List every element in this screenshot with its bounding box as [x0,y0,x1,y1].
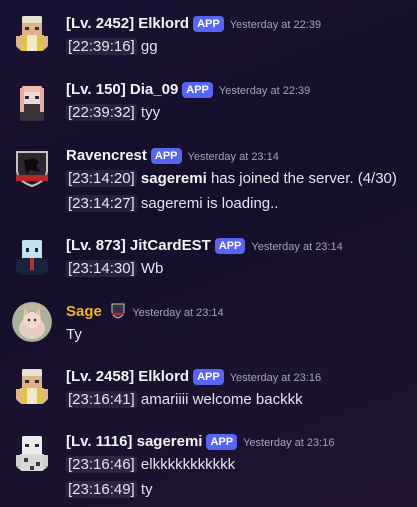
message-line: [22:39:32] tyy [66,102,160,124]
message-text: amariiii welcome backkk [136,391,303,408]
avatar[interactable] [12,434,52,474]
timestamp: Yesterday at 23:14 [251,241,343,253]
message-timestamp: [23:16:46] [66,456,137,473]
app-badge: APP [193,369,224,385]
app-badge: APP [214,238,246,254]
avatar[interactable] [12,148,52,188]
username[interactable]: [Lv. 150] Dia_09 [66,81,178,98]
message-timestamp: [22:39:16] [66,38,137,55]
timestamp: Yesterday at 23:14 [187,151,279,163]
avatar[interactable] [12,238,52,278]
username[interactable]: Ravencrest [66,147,147,164]
message-text: tyy [136,104,161,121]
message-text: sageremi is loading.. [136,195,279,212]
message-timestamp: [23:14:20] [66,170,137,187]
message-line: [23:16:49] ty [66,479,153,501]
message-line: [23:16:46] elkkkkkkkkkkk [66,454,235,476]
message-line: [22:39:16] gg [66,36,158,58]
message-timestamp: [23:14:30] [66,260,137,277]
message-text: elkkkkkkkkkkk [136,456,236,473]
message-text: ty [136,481,153,498]
app-badge: APP [150,148,182,164]
avatar[interactable] [12,14,52,54]
message-text: Ty [66,326,82,343]
message-line: Ty [66,324,82,346]
app-badge: APP [206,434,238,450]
timestamp: Yesterday at 22:39 [229,19,322,31]
app-badge: APP [182,82,213,98]
message-timestamp: [23:14:27] [66,195,137,212]
message-timestamp: [23:16:49] [66,481,137,498]
timestamp: Yesterday at 23:14 [132,307,224,319]
avatar[interactable] [12,84,52,124]
timestamp: Yesterday at 23:16 [229,372,322,384]
message-text: Wb [136,260,164,277]
mentioned-player: sageremi [140,170,207,187]
message-line: [23:14:27] sageremi is loading.. [66,193,278,215]
message-text: gg [136,38,158,55]
app-badge: APP [193,16,224,32]
message-timestamp: [22:39:32] [66,104,137,121]
username[interactable]: [Lv. 1116] sageremi [66,433,202,450]
timestamp: Yesterday at 22:39 [218,85,311,97]
message-line: [23:16:41] amariiii welcome backkk [66,389,303,411]
username[interactable]: Sage [66,303,102,320]
shield-role-icon [110,303,126,319]
message-timestamp: [23:16:41] [66,391,137,408]
username[interactable]: [Lv. 2458] Elklord [66,368,189,385]
username[interactable]: [Lv. 2452] Elklord [66,15,189,32]
timestamp: Yesterday at 23:16 [243,437,335,449]
avatar[interactable] [12,367,52,407]
message-line: [23:14:20] sageremi has joined the serve… [66,168,397,190]
message-text: has joined the server. (4/30) [206,170,397,187]
username[interactable]: [Lv. 873] JitCardEST [66,237,211,254]
message-line: [23:14:30] Wb [66,258,163,280]
avatar[interactable] [12,302,52,342]
